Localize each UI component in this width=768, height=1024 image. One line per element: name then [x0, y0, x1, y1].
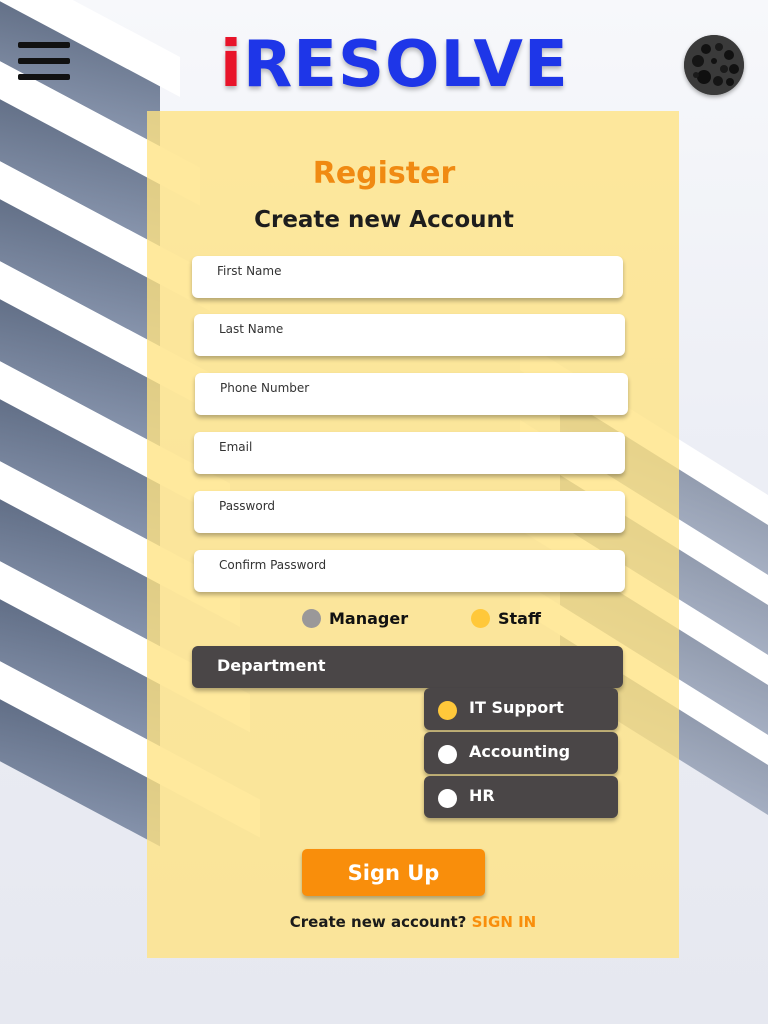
sign-in-prompt: Create new account? SIGN IN — [147, 913, 679, 931]
department-option-hr[interactable]: HR — [424, 776, 618, 818]
department-dropdown[interactable]: Department — [192, 646, 623, 688]
phone-number-field[interactable]: Phone Number — [195, 373, 628, 415]
email-field[interactable]: Email — [194, 432, 625, 474]
department-label: Department — [217, 656, 326, 675]
password-field[interactable]: Password — [194, 491, 625, 533]
register-card — [147, 111, 679, 958]
menu-bar — [18, 74, 70, 80]
first-name-label: First Name — [217, 264, 282, 278]
department-option-accounting[interactable]: Accounting — [424, 732, 618, 774]
register-title: Register — [312, 156, 456, 191]
option-label: IT Support — [469, 698, 564, 717]
logo-i: i — [220, 28, 243, 102]
radio-unselected-icon — [302, 609, 321, 628]
logo-text: RESOLVE — [242, 28, 569, 102]
app-logo: i RESOLVE — [220, 30, 569, 100]
menu-bar — [18, 58, 70, 64]
role-manager-label: Manager — [329, 609, 409, 628]
email-label: Email — [219, 440, 253, 454]
option-label: Accounting — [469, 742, 571, 761]
last-name-field[interactable]: Last Name — [194, 314, 625, 356]
create-account-subtitle: Create new Account — [254, 207, 514, 233]
radio-selected-icon — [471, 609, 490, 628]
last-name-label: Last Name — [219, 322, 284, 336]
first-name-field[interactable]: First Name — [192, 256, 623, 298]
footer-text: Create new account? — [289, 913, 467, 931]
user-avatar-icon[interactable] — [684, 35, 744, 95]
sign-up-button[interactable]: Sign Up — [302, 849, 485, 896]
department-option-it-support[interactable]: IT Support — [424, 688, 618, 730]
confirm-password-label: Confirm Password — [219, 558, 327, 572]
radio-unselected-icon — [438, 745, 457, 764]
password-label: Password — [219, 499, 276, 513]
confirm-password-field[interactable]: Confirm Password — [194, 550, 625, 592]
sign-in-link[interactable]: SIGN IN — [472, 913, 537, 931]
menu-bar — [18, 42, 70, 48]
role-radio-manager[interactable]: Manager — [302, 609, 408, 628]
radio-selected-icon — [438, 701, 457, 720]
option-label: HR — [469, 786, 495, 805]
role-staff-label: Staff — [498, 609, 541, 628]
role-radio-staff[interactable]: Staff — [471, 609, 541, 628]
radio-unselected-icon — [438, 789, 457, 808]
phone-number-label: Phone Number — [220, 381, 310, 395]
hamburger-menu-icon[interactable] — [18, 42, 70, 80]
